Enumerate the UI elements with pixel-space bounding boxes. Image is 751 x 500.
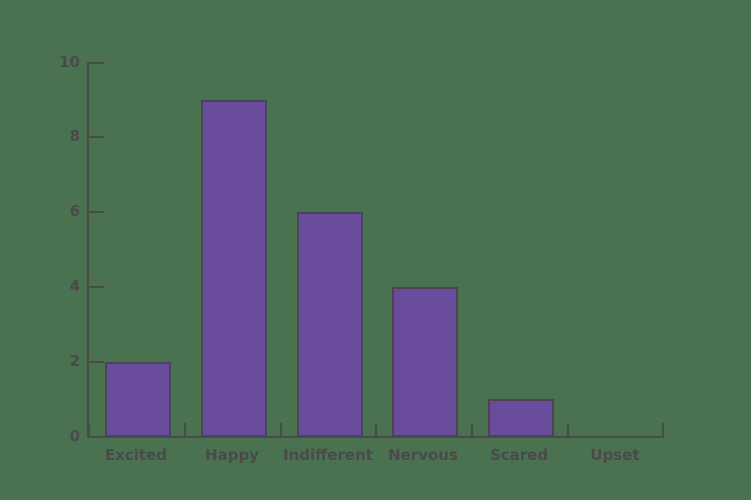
x-axis-label-indifferent: Indifferent — [283, 446, 373, 464]
y-axis-spine — [87, 62, 89, 438]
x-axis-tick-1 — [184, 423, 186, 437]
y-axis-tick-8 — [89, 136, 104, 138]
x-axis-tick-6 — [662, 423, 664, 437]
x-axis-tick-5 — [567, 423, 569, 437]
x-axis-label-nervous: Nervous — [388, 446, 458, 464]
bar-scared[interactable] — [488, 399, 554, 437]
bar-chart: 0 2 4 6 8 10 Excited Happy Indifferent N… — [0, 0, 751, 500]
y-axis-tick-label-10-wrap: 10 — [48, 55, 80, 71]
y-axis-tick-4 — [89, 286, 104, 288]
y-axis-tick-10 — [89, 62, 104, 64]
x-axis-tick-3 — [375, 423, 377, 437]
y-axis-tick-label-8-wrap: 8 — [48, 129, 80, 145]
y-axis-tick-label-6-wrap: 6 — [48, 204, 80, 220]
x-axis-label-excited: Excited — [104, 446, 168, 464]
y-axis-tick-label-8: 8 — [69, 127, 80, 145]
x-axis-label-upset: Upset — [590, 446, 640, 464]
y-axis-tick-label-10: 10 — [59, 53, 80, 71]
y-axis-tick-label-4: 4 — [69, 277, 80, 295]
y-axis-tick-label-0-wrap: 0 — [48, 429, 80, 445]
x-axis-label-happy: Happy — [205, 446, 259, 464]
y-axis-tick-label-2-wrap: 2 — [48, 354, 80, 370]
y-axis-tick-label-2: 2 — [69, 352, 80, 370]
y-axis-tick-0 — [89, 436, 104, 438]
y-axis-tick-2 — [89, 361, 104, 363]
bar-indifferent[interactable] — [297, 212, 363, 437]
x-axis-label-scared: Scared — [489, 446, 549, 464]
bar-excited[interactable] — [105, 362, 171, 437]
x-axis-tick-0 — [88, 423, 90, 437]
x-axis-tick-4 — [471, 423, 473, 437]
y-axis-tick-label-4-wrap: 4 — [48, 279, 80, 295]
y-axis-tick-label-6: 6 — [69, 202, 80, 220]
y-axis-tick-6 — [89, 211, 104, 213]
bar-nervous[interactable] — [392, 287, 458, 437]
y-axis-tick-label-0: 0 — [69, 427, 80, 445]
bar-happy[interactable] — [201, 100, 267, 437]
x-axis-tick-2 — [280, 423, 282, 437]
